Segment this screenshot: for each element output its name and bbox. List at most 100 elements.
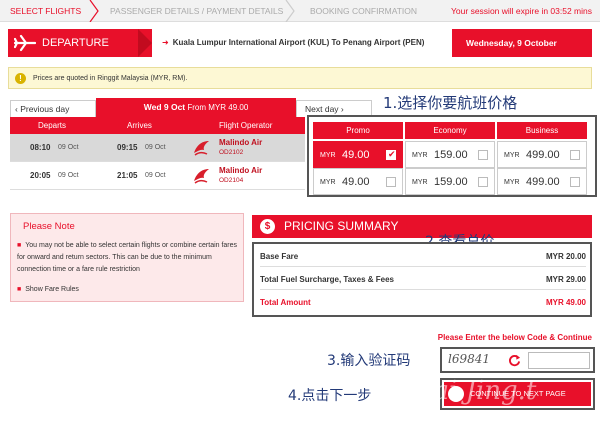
pricing-summary-table: Base Fare MYR 20.00 Total Fuel Surcharge… [252,242,592,317]
flight-row[interactable]: 20:05 09 Oct 21:05 09 Oct Malindo Air OD… [10,162,305,190]
pricing-row-taxes: Total Fuel Surcharge, Taxes & Fees MYR 2… [260,270,586,290]
continue-button[interactable]: CONTINUE TO NEXT PAGE [444,382,591,406]
fare-checkbox[interactable]: ✔ [386,149,396,160]
fare-amount: 159.00 [434,149,468,161]
fare-amount: 49.00 [342,176,370,188]
depart-date: 09 Oct [58,172,79,179]
fare-amount: 499.00 [526,149,560,161]
route-label: Kuala Lumpur International Airport (KUL)… [172,38,425,47]
operator-name: Malindo Air [219,138,263,147]
fare-option[interactable]: MYR 49.00 [313,168,403,195]
progress-steps: SELECT FLIGHTS PASSENGER DETAILS / PAYME… [0,0,600,22]
bullet-icon: ■ [17,286,22,293]
fare-checkbox[interactable] [478,177,488,187]
captcha-prompt: Please Enter the below Code & Continue [437,333,592,342]
fare-option[interactable]: MYR 159.00 [405,141,495,168]
depart-time: 20:05 [30,171,51,180]
continue-label: CONTINUE TO NEXT PAGE [470,389,566,398]
previous-day-button[interactable]: ‹ Previous day [10,100,96,117]
fare-option[interactable]: MYR 49.00 ✔ [313,141,403,168]
session-timer: Your session will expire in 03:52 mins [451,6,592,16]
departure-date: Wednesday, 9 October [466,38,557,48]
fare-amount: 499.00 [526,176,560,188]
step-booking-confirmation: BOOKING CONFIRMATION [310,6,418,16]
show-fare-rules-link[interactable]: ■ Show Fare Rules [17,286,79,293]
fare-header-business: Business [497,122,587,139]
route-box: ➜ Kuala Lumpur International Airport (KUL… [152,29,452,57]
arrive-date: 09 Oct [145,144,166,151]
arrive-time: 09:15 [117,143,138,152]
departure-bar: DEPARTURE ➜ Kuala Lumpur International Ai… [8,29,592,57]
info-icon: ! [15,73,26,84]
arrive-date: 09 Oct [145,172,166,179]
annotation-step-1: 1.选择你要航班价格 [383,94,518,112]
pricing-value: MYR 49.00 [545,298,586,307]
fare-option[interactable]: MYR 499.00 [497,141,587,168]
show-fare-rules-label: Show Fare Rules [25,286,79,293]
please-note-body: ■ You may not be able to select certain f… [17,240,243,276]
currency-info-notice: ! Prices are quoted in Ringgit Malaysia … [8,67,592,89]
annotation-step-4: 4.点击下一步 [288,388,372,404]
fare-checkbox[interactable] [478,150,488,160]
malindo-air-logo-icon [194,169,209,184]
pricing-label: Total Fuel Surcharge, Taxes & Fees [260,275,394,284]
step-passenger-details: PASSENGER DETAILS / PAYMENT DETAILS [110,6,284,16]
fare-checkbox[interactable] [570,150,580,160]
captcha-box: l69841 [440,347,595,373]
please-note-text: You may not be able to select certain fl… [17,242,238,273]
fare-amount: 159.00 [434,176,468,188]
current-day-label: Wed 9 Oct [143,102,186,112]
fare-currency: MYR [320,152,336,159]
arrow-circle-icon [448,386,464,402]
fare-header-economy: Economy [405,122,495,139]
flight-code: OD2104 [219,177,244,184]
flight-row[interactable]: 08:10 09 Oct 09:15 09 Oct Malindo Air OD… [10,134,305,162]
pricing-label: Total Amount [260,298,311,307]
fare-checkbox[interactable] [386,177,396,187]
fare-currency: MYR [504,152,520,159]
fare-amount: 49.00 [342,149,370,161]
header-flight-operator: Flight Operator [219,121,273,130]
fare-option[interactable]: MYR 499.00 [497,168,587,195]
captcha-image: l69841 [448,352,491,366]
fare-checkbox[interactable] [570,177,580,187]
fare-selection-box: Promo Economy Business MYR 49.00 ✔ MYR 1… [307,115,597,197]
dollar-icon: $ [260,219,275,234]
continue-button-frame: CONTINUE TO NEXT PAGE [440,378,595,410]
annotation-step-3: 3.输入验证码 [327,353,411,369]
pricing-label: Base Fare [260,252,299,261]
please-note-panel: Please Note ■ You may not be able to sele… [10,213,244,302]
pricing-summary-header: $ PRICING SUMMARY [252,215,592,238]
operator-name: Malindo Air [219,166,263,175]
route-text: ➜ Kuala Lumpur International Airport (KUL… [162,29,424,57]
flight-code: OD2102 [219,149,244,156]
step-select-flights: SELECT FLIGHTS [10,6,82,16]
departure-label: DEPARTURE [42,37,109,49]
captcha-input[interactable] [528,352,590,369]
checkmark-icon: ✔ [388,149,396,159]
current-day-from-price: From MYR 49.00 [187,103,249,112]
fare-currency: MYR [504,179,520,186]
fare-header-promo: Promo [313,122,403,139]
bullet-icon: ■ [17,242,22,249]
fare-currency: MYR [412,179,428,186]
airplane-icon [14,34,36,52]
header-departs: Departs [38,121,67,130]
flight-table-header: Departs Arrives Flight Operator [10,117,305,134]
step-chevron-icon [89,0,99,22]
malindo-air-logo-icon [194,141,209,156]
pricing-value: MYR 20.00 [545,252,586,261]
pricing-summary-title: PRICING SUMMARY [284,219,399,233]
currency-info-text: Prices are quoted in Ringgit Malaysia (M… [33,75,188,82]
depart-time: 08:10 [30,143,51,152]
refresh-icon[interactable] [508,354,521,367]
chevron-right-icon [138,29,152,57]
fare-option[interactable]: MYR 159.00 [405,168,495,195]
arrive-time: 21:05 [117,171,138,180]
arrow-right-icon: ➜ [162,38,169,47]
header-arrives: Arrives [127,121,152,130]
please-note-title: Please Note [23,221,75,232]
pricing-value: MYR 29.00 [545,275,586,284]
pricing-row-total: Total Amount MYR 49.00 [260,293,586,313]
current-day-tab[interactable]: Wed 9 Oct From MYR 49.00 [96,98,296,117]
